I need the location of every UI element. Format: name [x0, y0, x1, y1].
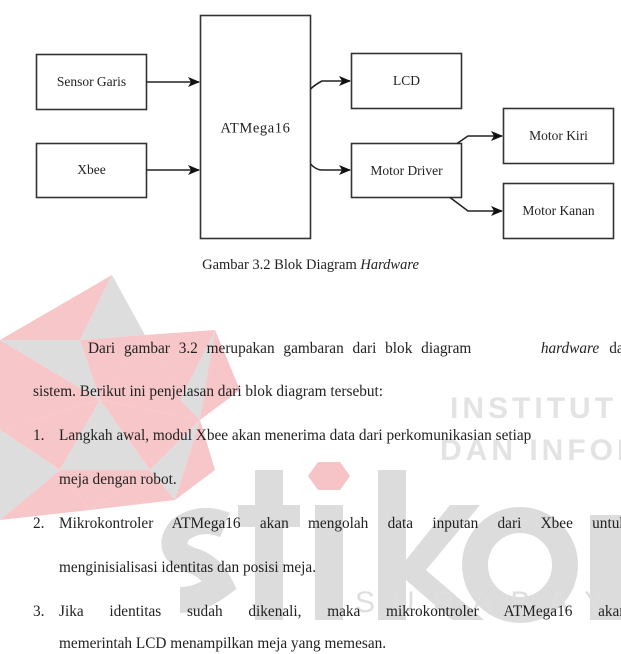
arrow-atmega-to-motor-driver — [309, 163, 351, 175]
block-lcd: LCD — [350, 52, 463, 110]
arrow-atmega-to-lcd — [309, 76, 351, 90]
block-label: Motor Kanan — [522, 203, 595, 218]
list-item-3-line-2: memerintah LCD menampilkan meja yang mem… — [59, 635, 387, 652]
block-label: Xbee — [77, 162, 105, 177]
paragraph-text: Dari gambar 3.2 merupakan gambaran dari … — [88, 340, 472, 357]
block-motor-kanan: Motor Kanan — [502, 182, 615, 240]
paragraph-italic: hardware — [540, 340, 600, 357]
list-number: 2. — [33, 515, 45, 532]
block-atmega16: ATMega16 — [199, 14, 312, 240]
block-label: LCD — [393, 73, 420, 88]
arrow-driver-to-motor-kiri — [456, 131, 503, 145]
list-item-2-line-1: Mikrokontroler ATMega16 akan mengolah da… — [59, 515, 621, 532]
list-item-1-line-1: Langkah awal, modul Xbee akan menerima d… — [59, 427, 532, 444]
block-label: ATMega16 — [220, 120, 290, 136]
block-label: Motor Kiri — [529, 128, 588, 143]
block-label: Motor Driver — [370, 163, 443, 178]
paragraph-line-1: Dari gambar 3.2 merupakan gambaran dari … — [88, 340, 621, 358]
figure-caption: Gambar 3.2 Blok Diagram Hardware — [0, 257, 621, 274]
caption-text: Gambar 3.2 Blok Diagram — [202, 257, 361, 273]
block-motor-kiri: Motor Kiri — [502, 107, 615, 165]
list-item-1-line-2: meja dengan robot. — [59, 471, 177, 488]
paragraph-line-2: sistem. Berikut ini penjelasan dari blok… — [33, 383, 384, 400]
block-label: Sensor Garis — [57, 74, 126, 89]
arrow-driver-to-motor-kanan — [449, 196, 503, 216]
block-sensor-garis: Sensor Garis — [35, 53, 148, 111]
list-item-3-line-1: Jika identitas sudah dikenali, maka mikr… — [59, 603, 621, 620]
list-number: 3. — [33, 603, 45, 620]
hardware-block-diagram: Sensor Garis Xbee ATMega16 LCD Motor Dri… — [35, 14, 615, 240]
list-item-2-line-2: menginisialisasi identitas dan posisi me… — [59, 559, 317, 576]
block-xbee: Xbee — [35, 142, 148, 199]
paragraph-text-end: dari — [609, 340, 621, 357]
caption-italic: Hardware — [360, 257, 419, 273]
watermark-institut: INSTITUT BISNIS — [450, 392, 621, 425]
block-motor-driver: Motor Driver — [350, 142, 463, 199]
list-number: 1. — [33, 427, 45, 444]
